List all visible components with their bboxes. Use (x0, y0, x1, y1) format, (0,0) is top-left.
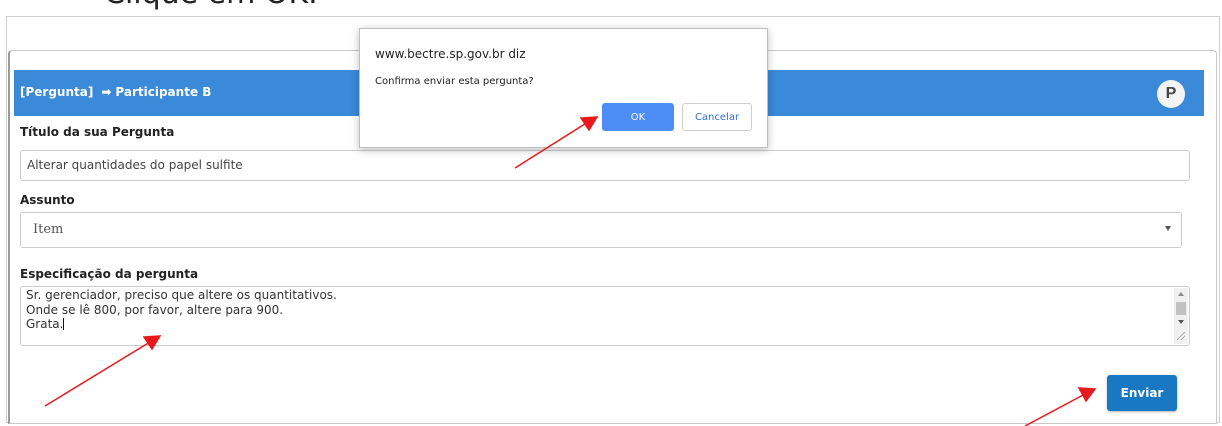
annotation-arrowhead-textarea (142, 335, 162, 351)
annotation-arrow-send (1024, 393, 1086, 426)
annotation-arrow-ok (514, 121, 589, 169)
annotation-arrow-textarea (44, 341, 151, 407)
annotation-arrowhead-send (1077, 387, 1097, 403)
annotation-layer (44, 116, 1097, 426)
annotation-arrowhead-ok (579, 116, 599, 132)
